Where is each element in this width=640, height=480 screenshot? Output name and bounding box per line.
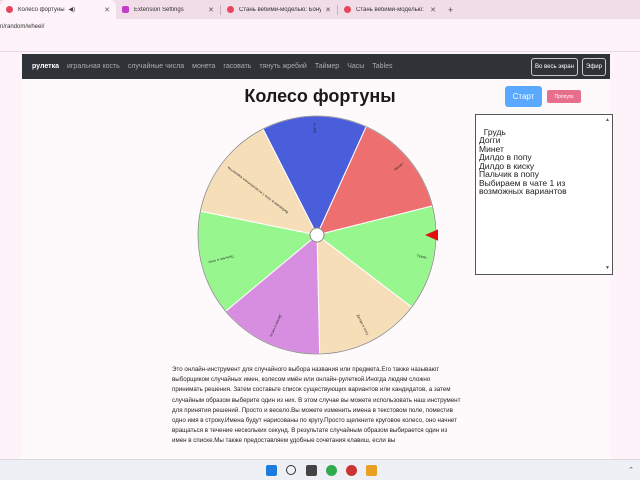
site-navbar: рулетка игральная кость случайные числа … — [22, 54, 610, 79]
start-menu-icon[interactable] — [266, 465, 277, 476]
browser-tab-strip: Колесо фортуны ◀) ✕ Extension Settings ✕… — [0, 0, 640, 19]
names-text: Грудь Догги Минет Дилдо в попу Дилдо в к… — [479, 126, 567, 196]
live-button[interactable]: Эфир — [582, 58, 606, 76]
page-title: Колесо фортуны — [244, 86, 396, 106]
new-tab-button[interactable]: + — [442, 5, 459, 15]
tab-wheel[interactable]: Колесо фортуны ◀) ✕ — [0, 0, 116, 19]
address-bar[interactable]: n/random/wheel/ — [0, 19, 640, 36]
tray-expand-icon[interactable]: ⌃ — [628, 466, 634, 474]
task-view-icon[interactable] — [306, 465, 317, 476]
os-taskbar: ⌃ — [0, 459, 640, 480]
skip-button[interactable]: Пропуск — [547, 90, 581, 103]
wheel-favicon-icon — [6, 6, 13, 13]
nav-item-draw-lots[interactable]: тянуть жребий — [259, 63, 306, 70]
close-tab-icon[interactable]: ✕ — [426, 6, 436, 14]
nav-item-tables[interactable]: Tables — [372, 63, 392, 70]
site-favicon-icon — [344, 6, 351, 13]
tab-title: Стань веб̆ими-моделью: Бонус — [356, 6, 426, 13]
site-favicon-icon — [227, 6, 234, 13]
search-icon[interactable] — [286, 465, 296, 475]
tab-title: Стань веб̆ими-моделью: Бонус — [239, 6, 322, 13]
nav-item-dice[interactable]: игральная кость — [67, 63, 120, 70]
app-icon[interactable] — [366, 465, 377, 476]
close-tab-icon[interactable]: ✕ — [321, 6, 331, 14]
tab-extension-settings[interactable]: Extension Settings ✕ — [116, 0, 220, 19]
address-text: n/random/wheel/ — [0, 24, 45, 30]
description-text: Это онлайн-инструмент для случайного выб… — [172, 366, 461, 445]
wheel-center-hub — [309, 227, 325, 243]
scroll-down-icon[interactable]: ▼ — [605, 264, 610, 273]
close-tab-icon[interactable]: ✕ — [204, 6, 214, 14]
tab-title: Extension Settings — [134, 6, 184, 13]
bookmarks-bar — [0, 36, 640, 52]
nav-item-shuffle[interactable]: гасовать — [223, 63, 251, 70]
names-textarea[interactable]: Грудь Догги Минет Дилдо в попу Дилдо в к… — [475, 114, 613, 275]
close-tab-icon[interactable]: ✕ — [100, 6, 110, 14]
nav-item-random-numbers[interactable]: случайные числа — [128, 63, 184, 70]
nav-item-clock[interactable]: Часы — [347, 63, 364, 70]
scroll-up-icon[interactable]: ▲ — [605, 116, 610, 125]
nav-item-coin[interactable]: монета — [192, 63, 215, 70]
chrome-icon[interactable] — [326, 465, 337, 476]
app-icon[interactable] — [346, 465, 357, 476]
extension-favicon-icon — [122, 6, 129, 13]
tab-bonus-2[interactable]: Стань веб̆ими-моделью: Бонус ✕ — [338, 0, 442, 19]
speaker-icon[interactable]: ◀) — [69, 6, 76, 13]
fullscreen-button[interactable]: Во весь экран — [531, 58, 578, 76]
nav-item-timer[interactable]: Таймер — [315, 63, 339, 70]
tab-bonus-1[interactable]: Стань веб̆ими-моделью: Бонус ✕ — [221, 0, 337, 19]
fortune-wheel[interactable]: ДоггиМинетГрудьДилдо в попуДилдо в киску… — [196, 114, 438, 356]
tab-title: Колесо фортуны — [18, 6, 65, 13]
start-button[interactable]: Старт — [505, 86, 542, 107]
wheel-segment-label: Догги — [312, 123, 316, 133]
nav-brand[interactable]: рулетка — [32, 63, 59, 70]
